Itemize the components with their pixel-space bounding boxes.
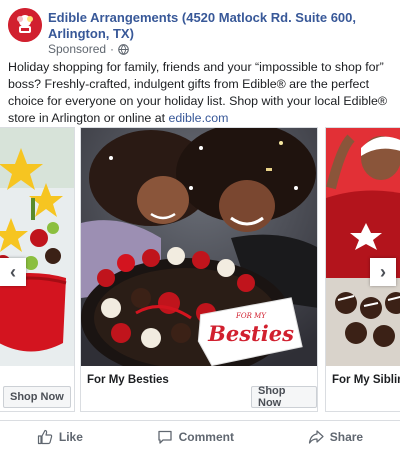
card-image-fruit-basket[interactable] xyxy=(0,128,74,366)
chevron-left-icon: ‹ xyxy=(10,261,16,282)
share-arrow-icon xyxy=(308,429,324,444)
carousel[interactable]: Shop Now FOR MY Besties For My Besties S… xyxy=(0,127,400,413)
card-image-besties[interactable]: FOR MY Besties xyxy=(81,128,317,366)
comment-button[interactable]: Comment xyxy=(157,429,234,445)
edible-logo-icon xyxy=(8,8,42,42)
shop-now-button-card-1[interactable]: Shop Now xyxy=(3,386,71,408)
card-title-besties[interactable]: For My Besties xyxy=(87,374,169,386)
chevron-right-icon: › xyxy=(380,261,386,282)
ad-post: Edible Arrangements (4520 Matlock Rd. Su… xyxy=(0,0,400,452)
edible-link[interactable]: edible.com xyxy=(169,111,229,125)
thumbs-up-icon xyxy=(37,429,53,444)
shop-now-button-card-2[interactable]: Shop Now xyxy=(251,385,317,409)
separator-dot: · xyxy=(110,42,115,56)
comment-label: Comment xyxy=(178,429,234,444)
like-button[interactable]: Like xyxy=(37,429,83,445)
advertiser-name[interactable]: Edible Arrangements (4520 Matlock Rd. Su… xyxy=(48,10,388,42)
globe-icon[interactable] xyxy=(118,43,129,55)
sponsored-label[interactable]: Sponsored xyxy=(48,42,106,56)
like-label: Like xyxy=(58,429,83,444)
carousel-prev-button[interactable]: ‹ xyxy=(0,258,26,286)
card-title-siblings[interactable]: For My Siblings xyxy=(332,374,400,386)
post-body-text: Holiday shopping for family, friends and… xyxy=(8,59,392,127)
comment-icon xyxy=(157,430,172,444)
post-actions: Like Comment Share xyxy=(0,420,400,452)
card-image-siblings[interactable] xyxy=(326,128,400,366)
carousel-next-button[interactable]: › xyxy=(370,258,396,286)
carousel-card-besties[interactable]: FOR MY Besties For My Besties Shop Now xyxy=(80,127,318,412)
share-button[interactable]: Share xyxy=(308,429,363,445)
sponsored-row: Sponsored · xyxy=(48,42,129,56)
share-label: Share xyxy=(329,429,364,444)
advertiser-avatar[interactable] xyxy=(8,8,42,42)
banner-main-text: Besties xyxy=(207,321,294,346)
banner-small-text: FOR MY xyxy=(235,312,267,320)
